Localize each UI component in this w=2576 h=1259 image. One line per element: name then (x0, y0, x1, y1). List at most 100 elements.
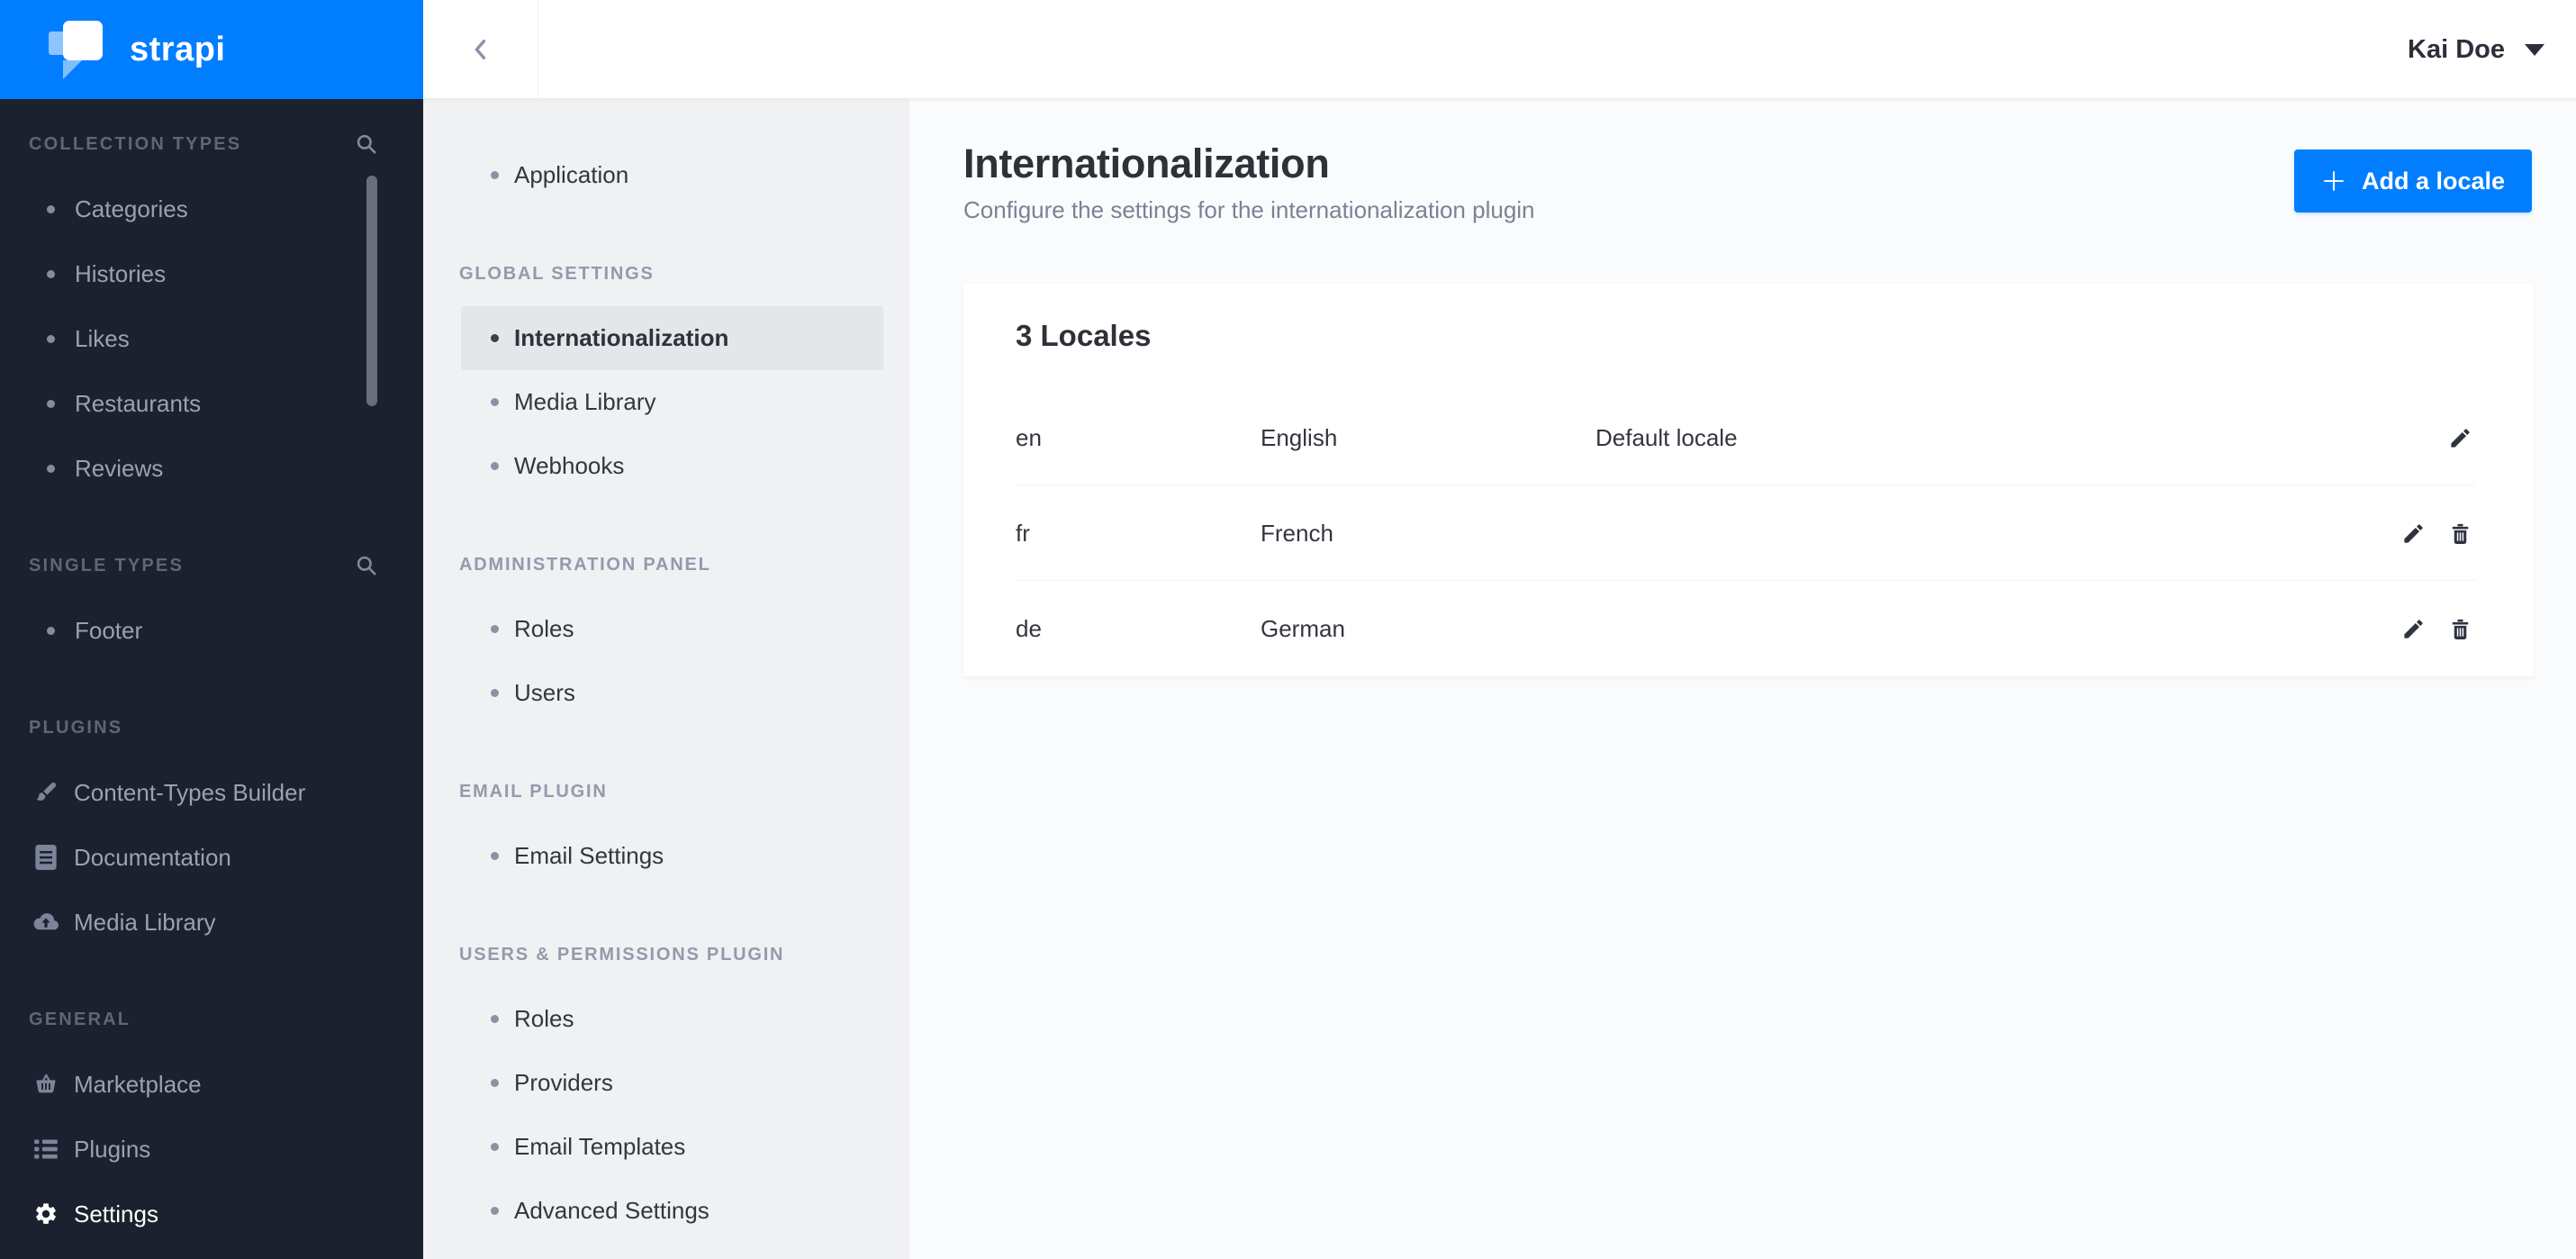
strapi-logo-icon (49, 19, 106, 80)
pencil-icon (2448, 426, 2472, 450)
user-name: Kai Doe (2408, 34, 2505, 64)
section-label: SINGLE TYPES (29, 555, 184, 575)
settings-nav-application[interactable]: Application (423, 143, 909, 207)
search-icon[interactable] (355, 132, 378, 156)
section-header-plugins: PLUGINS (0, 695, 423, 760)
section-label: GENERAL (29, 1009, 131, 1029)
bullet-icon (491, 334, 499, 342)
bullet-icon (491, 462, 499, 470)
delete-locale-button[interactable] (2445, 519, 2474, 548)
locale-row-fr[interactable]: fr French (963, 485, 2534, 581)
search-icon[interactable] (355, 554, 378, 577)
cloud-upload-icon (32, 911, 59, 933)
delete-locale-button[interactable] (2445, 614, 2474, 643)
row-actions (2399, 614, 2474, 643)
bullet-icon (491, 1079, 499, 1087)
settings-nav-providers[interactable]: Providers (423, 1051, 909, 1115)
settings-group-users-permissions-plugin: USERS & PERMISSIONS PLUGIN (459, 945, 785, 965)
sidebar-item-media-library[interactable]: Media Library (0, 890, 423, 955)
settings-nav-internationalization[interactable]: Internationalization (461, 306, 883, 370)
bullet-icon (491, 1143, 499, 1151)
locale-code: fr (1016, 519, 1030, 547)
paintbrush-icon (32, 780, 59, 805)
sidebar-item-histories[interactable]: Histories (0, 241, 423, 306)
bullet-icon (47, 269, 55, 278)
bullet-icon (491, 625, 499, 633)
sidebar-item-plugins[interactable]: Plugins (0, 1117, 423, 1182)
locale-name: English (1261, 423, 1338, 451)
settings-group-email-plugin: EMAIL PLUGIN (459, 782, 608, 802)
edit-locale-button[interactable] (2399, 519, 2427, 548)
locale-row-de[interactable]: de German (963, 581, 2534, 676)
sidebar-item-restaurants[interactable]: Restaurants (0, 371, 423, 436)
gear-icon (32, 1201, 59, 1227)
bullet-icon (491, 171, 499, 179)
basket-icon (32, 1072, 59, 1097)
bullet-icon (491, 1015, 499, 1023)
settings-subnav: Application GLOBAL SETTINGS Internationa… (423, 99, 909, 1259)
settings-nav-email-settings[interactable]: Email Settings (423, 824, 909, 888)
section-header-general: GENERAL (0, 987, 423, 1052)
section-label: COLLECTION TYPES (29, 133, 242, 154)
right-pane: Kai Doe Application GLOBAL SETTINGS Inte… (423, 0, 2576, 1259)
back-button[interactable] (423, 0, 538, 98)
main-content: Internationalization Configure the setti… (909, 99, 2576, 1259)
app-root: strapi COLLECTION TYPES Categories Histo… (0, 0, 2576, 1259)
settings-nav-email-templates[interactable]: Email Templates (423, 1115, 909, 1179)
row-actions (2399, 519, 2474, 548)
settings-nav-media-library[interactable]: Media Library (423, 370, 909, 434)
strapi-logo-text: strapi (130, 30, 226, 68)
locales-card-title: 3 Locales (1016, 319, 1152, 352)
trash-icon (2448, 617, 2472, 641)
section-header-collection-types: COLLECTION TYPES (0, 112, 423, 177)
sidebar-item-categories[interactable]: Categories (0, 177, 423, 241)
bullet-icon (47, 204, 55, 213)
pencil-icon (2401, 521, 2426, 546)
locale-default-badge: Default locale (1595, 423, 1738, 451)
bullet-icon (47, 399, 55, 408)
plus-icon (2321, 168, 2346, 194)
bullet-icon (491, 689, 499, 697)
list-icon (32, 1137, 59, 1161)
sidebar-item-footer[interactable]: Footer (0, 598, 423, 663)
settings-nav-up-roles[interactable]: Roles (423, 987, 909, 1051)
pencil-icon (2401, 617, 2426, 641)
settings-nav-admin-users[interactable]: Users (423, 661, 909, 725)
edit-locale-button[interactable] (2399, 614, 2427, 643)
sidebar-scrollbar-thumb[interactable] (366, 176, 377, 406)
sidebar-item-marketplace[interactable]: Marketplace (0, 1052, 423, 1117)
locale-name: French (1261, 519, 1333, 547)
bullet-icon (491, 398, 499, 406)
bullet-icon (47, 626, 55, 635)
content-body: Application GLOBAL SETTINGS Internationa… (423, 99, 2576, 1259)
topbar: Kai Doe (423, 0, 2576, 99)
settings-nav-advanced-settings[interactable]: Advanced Settings (423, 1179, 909, 1243)
sidebar-item-settings[interactable]: Settings (0, 1182, 423, 1246)
bullet-icon (491, 852, 499, 860)
settings-nav-webhooks[interactable]: Webhooks (423, 434, 909, 498)
settings-nav-admin-roles[interactable]: Roles (423, 597, 909, 661)
add-locale-button[interactable]: Add a locale (2293, 149, 2532, 213)
bullet-icon (491, 1207, 499, 1215)
section-label: PLUGINS (29, 717, 123, 738)
chevron-left-icon (468, 36, 493, 63)
sidebar-item-reviews[interactable]: Reviews (0, 436, 423, 501)
locale-name: German (1261, 614, 1345, 642)
settings-group-administration-panel: ADMINISTRATION PANEL (459, 555, 711, 575)
locale-row-en[interactable]: en English Default locale (963, 390, 2534, 485)
user-menu[interactable]: Kai Doe (2408, 0, 2544, 99)
trash-icon (2448, 521, 2472, 546)
row-actions (2445, 423, 2474, 452)
book-icon (32, 845, 59, 870)
bullet-icon (47, 334, 55, 343)
sidebar-item-content-types-builder[interactable]: Content-Types Builder (0, 760, 423, 825)
sidebar-item-documentation[interactable]: Documentation (0, 825, 423, 890)
sidebar-item-likes[interactable]: Likes (0, 306, 423, 371)
strapi-logo[interactable]: strapi (0, 0, 423, 99)
locales-card: 3 Locales en English Default locale fr F… (963, 284, 2534, 676)
bullet-icon (47, 464, 55, 473)
locale-code: en (1016, 423, 1042, 451)
edit-locale-button[interactable] (2445, 423, 2474, 452)
settings-group-global-settings: GLOBAL SETTINGS (459, 264, 655, 284)
locale-code: de (1016, 614, 1042, 642)
